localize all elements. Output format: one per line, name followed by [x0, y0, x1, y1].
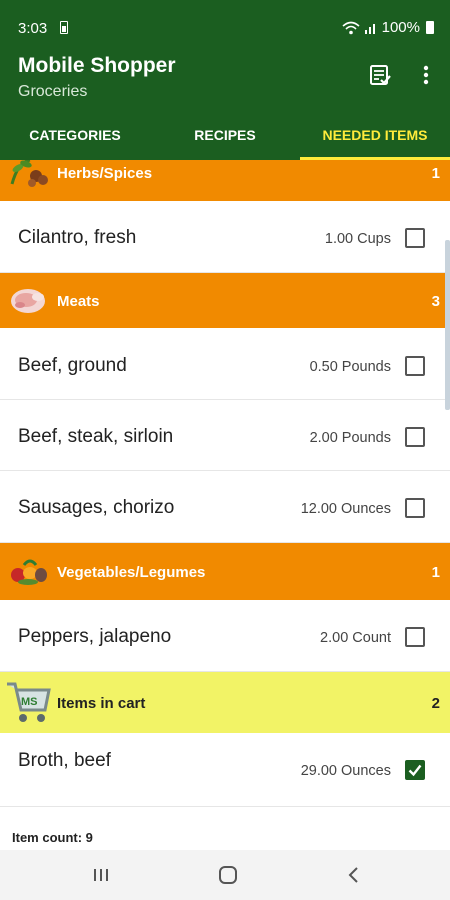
status-right: 100% — [342, 19, 434, 36]
vegetables-icon — [11, 559, 47, 585]
checklist-icon[interactable] — [369, 64, 391, 86]
item-name: Broth, beef — [18, 750, 111, 771]
category-count: 1 — [431, 564, 440, 581]
item-count-label: Item count: 9 — [12, 830, 93, 845]
item-quantity: 12.00 Ounces — [300, 501, 391, 517]
item-checkbox[interactable] — [405, 498, 425, 518]
back-icon[interactable] — [342, 863, 366, 887]
item-quantity: 2.00 Pounds — [309, 430, 391, 446]
system-nav-bar — [0, 850, 450, 900]
needed-items-list[interactable]: Herbs/Spices 1 Cilantro, fresh 1.00 Cups… — [0, 160, 450, 850]
cart-count: 2 — [431, 695, 440, 712]
svg-text:MS: MS — [21, 696, 38, 708]
item-checkbox[interactable] — [405, 427, 425, 447]
category-name: Herbs/Spices — [57, 165, 153, 182]
category-header-vegetables[interactable]: Vegetables/Legumes 1 — [0, 543, 450, 600]
herbs-icon — [10, 160, 48, 187]
more-vert-icon[interactable] — [418, 64, 434, 86]
tab-categories[interactable]: CATEGORIES — [0, 110, 150, 160]
list-item[interactable]: Beef, steak, sirloin 2.00 Pounds — [0, 400, 450, 471]
cart-header[interactable]: MS Items in cart 2 — [0, 672, 450, 733]
signal-icon — [364, 23, 375, 34]
item-checkbox[interactable] — [405, 356, 425, 376]
meat-icon — [11, 289, 45, 313]
item-quantity: 1.00 Cups — [324, 231, 391, 247]
tab-recipes[interactable]: RECIPES — [150, 110, 300, 160]
item-name: Peppers, jalapeno — [18, 626, 172, 647]
item-checkbox[interactable] — [405, 228, 425, 248]
category-count: 1 — [431, 165, 440, 182]
cart-name: Items in cart — [57, 695, 146, 712]
tab-needed-items[interactable]: NEEDED ITEMS — [300, 110, 450, 160]
category-count: 3 — [431, 293, 440, 310]
category-header-herbs[interactable]: Herbs/Spices 1 — [0, 160, 450, 201]
wifi-icon — [342, 21, 360, 34]
battery-percent: 100% — [381, 19, 420, 36]
app-bar: Mobile Shopper Groceries — [0, 50, 450, 110]
category-header-meats[interactable]: Meats 3 — [0, 273, 450, 328]
battery-saver-icon — [60, 21, 68, 34]
item-checkbox[interactable] — [405, 627, 425, 647]
item-checkbox[interactable] — [405, 760, 425, 780]
home-icon[interactable] — [216, 863, 240, 887]
recents-icon[interactable] — [89, 863, 113, 887]
tab-bar: CATEGORIES RECIPES NEEDED ITEMS — [0, 110, 450, 160]
list-item[interactable]: Beef, ground 0.50 Pounds — [0, 328, 450, 400]
item-quantity: 2.00 Count — [320, 630, 391, 646]
item-name: Sausages, chorizo — [18, 497, 175, 518]
app-subtitle: Groceries — [18, 83, 88, 100]
category-name: Meats — [57, 293, 100, 310]
list-item[interactable]: Broth, beef 29.00 Ounces — [0, 733, 450, 807]
category-name: Vegetables/Legumes — [57, 564, 206, 581]
checkmark-icon — [408, 764, 422, 777]
list-item[interactable]: Peppers, jalapeno 2.00 Count — [0, 600, 450, 672]
list-item[interactable]: Cilantro, fresh 1.00 Cups — [0, 201, 450, 273]
list-item[interactable]: Sausages, chorizo 12.00 Ounces — [0, 471, 450, 543]
battery-icon — [426, 21, 434, 34]
item-name: Beef, steak, sirloin — [18, 426, 174, 447]
scrollbar[interactable] — [445, 240, 450, 410]
app-title: Mobile Shopper — [18, 54, 176, 77]
status-bar: 3:03 100% — [0, 0, 450, 50]
status-time: 3:03 — [18, 20, 48, 37]
item-name: Beef, ground — [18, 355, 127, 376]
shopping-cart-icon: MS — [7, 682, 51, 722]
item-quantity: 0.50 Pounds — [309, 359, 391, 375]
item-quantity: 29.00 Ounces — [300, 763, 391, 779]
item-name: Cilantro, fresh — [18, 227, 137, 248]
